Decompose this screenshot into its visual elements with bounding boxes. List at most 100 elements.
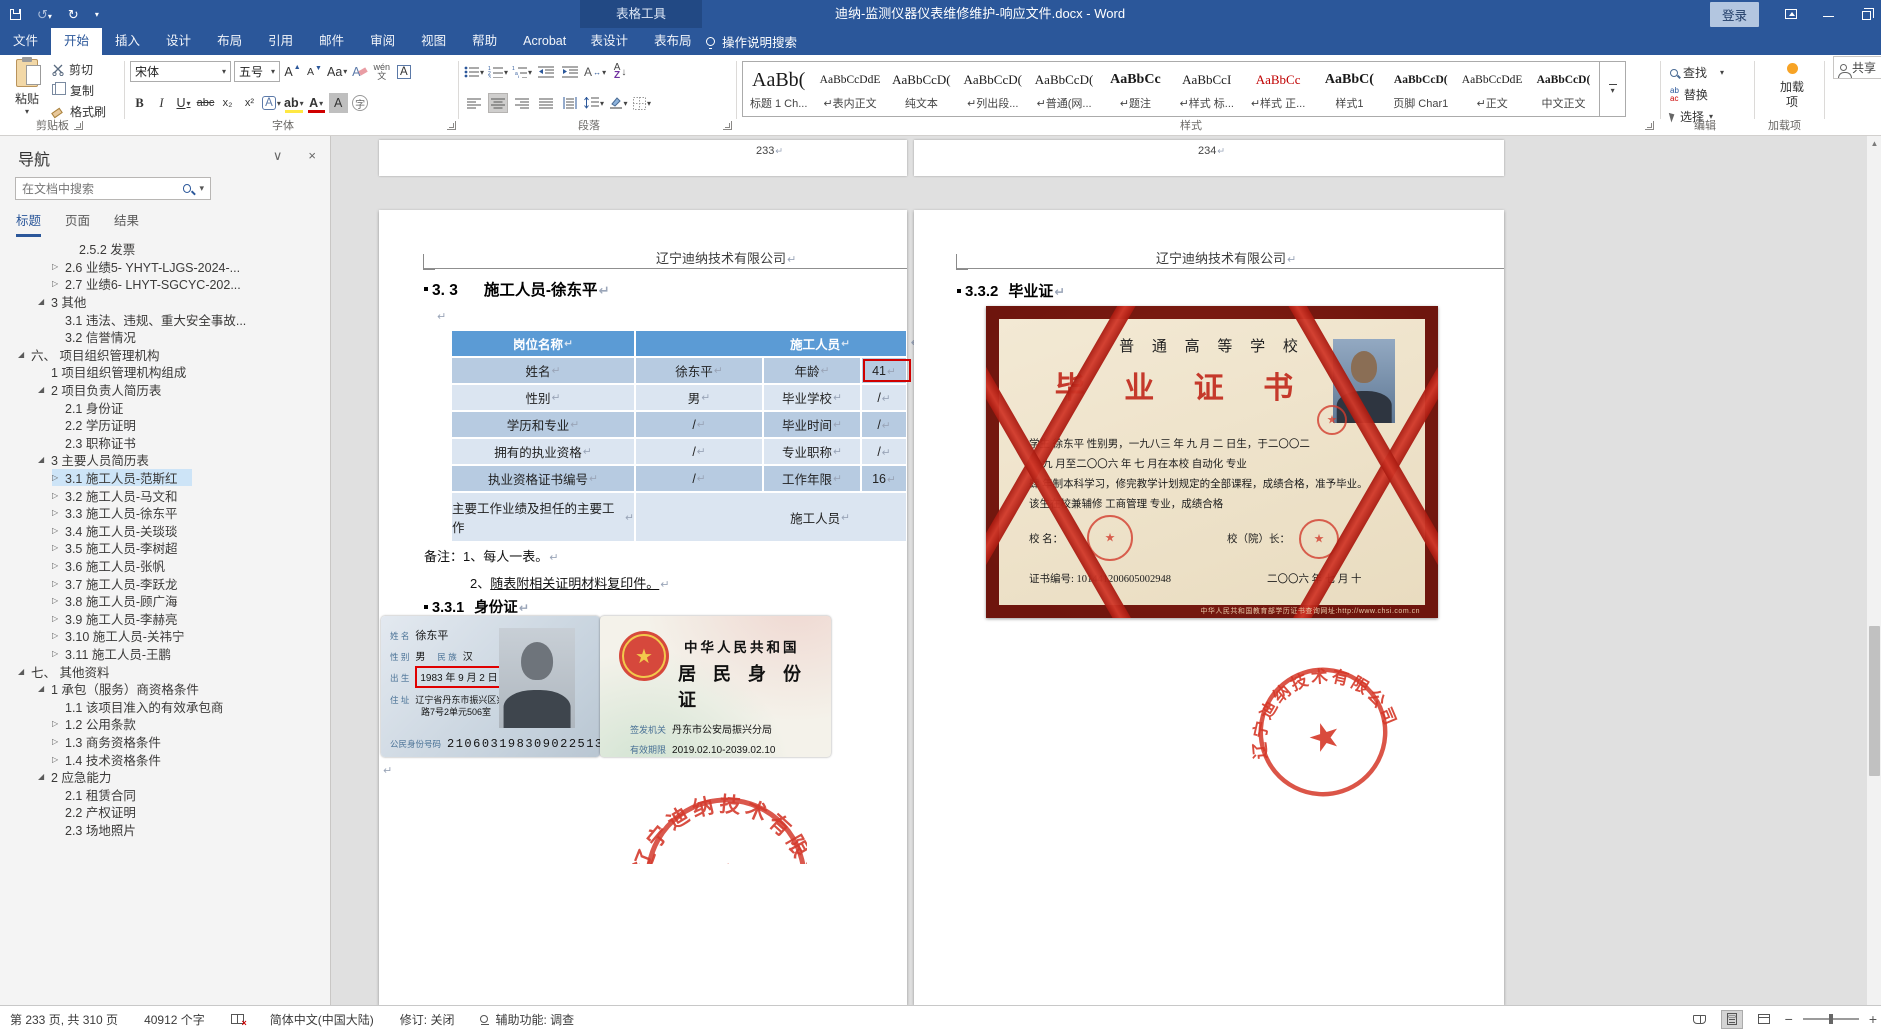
expand-collapse-icon[interactable]: ▷ [52, 279, 65, 288]
nav-pane-options-icon[interactable]: ∨ [273, 148, 283, 164]
signin-button[interactable]: 登录 [1709, 1, 1759, 27]
bullets-button[interactable]: ▾ [464, 62, 484, 82]
style-item[interactable]: AaBbCcDdE ↵表内正文 [814, 62, 885, 116]
nav-heading-item[interactable]: ▷ 3.4 施工人员-关琰琰 [0, 522, 330, 540]
contextual-ribbon-tab[interactable]: 表布局 [641, 28, 705, 55]
web-layout-button[interactable] [1753, 1010, 1775, 1029]
expand-collapse-icon[interactable]: ▷ [52, 631, 65, 640]
table-cell[interactable]: 主要工作业绩及担任的主要工作 [452, 493, 634, 541]
expand-collapse-icon[interactable]: ◢ [18, 667, 31, 676]
ribbon-tab[interactable]: 视图 [408, 28, 459, 55]
expand-collapse-icon[interactable]: ▷ [52, 579, 65, 588]
redo-icon[interactable]: ↻ [68, 8, 79, 21]
table-merged-row[interactable]: 主要工作业绩及担任的主要工作 施工人员 [452, 493, 906, 541]
borders-button[interactable]: ▾ [632, 93, 652, 113]
table-cell[interactable]: 施工人员 [636, 493, 906, 541]
ribbon-tab[interactable]: 邮件 [306, 28, 357, 55]
nav-heading-item[interactable]: ▷ 3.11 施工人员-王鹏 [0, 645, 330, 663]
table-cell[interactable]: / [862, 385, 906, 410]
expand-collapse-icon[interactable]: ▷ [52, 491, 65, 500]
expand-collapse-icon[interactable]: ◢ [38, 297, 51, 306]
undo-icon[interactable]: ↺▾ [37, 8, 52, 21]
zoom-slider-thumb[interactable] [1828, 1014, 1833, 1024]
contextual-ribbon-tab[interactable]: 表设计 [577, 28, 641, 55]
nav-tab[interactable]: 标题 [16, 210, 42, 237]
page-234[interactable]: 辽宁迪纳技术有限公司 3.3.2 毕业证 普 通 高 等 学 校 毕 业 证 书… [914, 210, 1504, 1005]
nav-heading-item[interactable]: ◢ 2 应急能力 [0, 768, 330, 786]
expand-collapse-icon[interactable]: ◢ [38, 385, 51, 394]
expand-collapse-icon[interactable]: ▷ [52, 508, 65, 517]
table-cell[interactable]: 拥有的执业资格 [452, 439, 634, 464]
vertical-scrollbar[interactable]: ▲ [1866, 136, 1881, 1005]
style-item[interactable]: AaBbCcDdE ↵正文 [1456, 62, 1527, 116]
table-cell[interactable]: 学历和专业 [452, 412, 634, 437]
header-cell[interactable]: 施工人员 [636, 331, 906, 356]
document-canvas[interactable]: 233 234 辽宁迪纳技术有限公司 3. 3 施工人员-徐东平 ↵ 岗位名称 … [332, 136, 1881, 1005]
ribbon-tab[interactable]: 审阅 [357, 28, 408, 55]
ribbon-display-options-icon[interactable] [1785, 9, 1797, 19]
nav-heading-item[interactable]: ▷ 2.6 业绩5- YHYT-LJGS-2024-... [0, 258, 330, 276]
multilevel-list-button[interactable]: 1 a i ▾ [512, 62, 532, 82]
expand-collapse-icon[interactable]: ▷ [52, 262, 65, 271]
table-cell[interactable]: 工作年限 [764, 466, 860, 491]
diploma-image[interactable]: 普 通 高 等 学 校 毕 业 证 书 学生 徐东平 性别男，一九八三 年 九 … [986, 306, 1438, 618]
nav-heading-item[interactable]: 1 项目组织管理机构组成 [0, 363, 330, 381]
nav-heading-item[interactable]: ◢ 六、 项目组织管理机构 [0, 346, 330, 364]
zoom-slider[interactable] [1802, 1014, 1859, 1024]
nav-heading-item[interactable]: ▷ 3.8 施工人员-顾广海 [0, 592, 330, 610]
tell-me-search[interactable]: 操作说明搜索 [706, 28, 797, 55]
table-cell[interactable]: 姓名 [452, 358, 634, 383]
nav-heading-item[interactable]: ▷ 3.3 施工人员-徐东平 [0, 504, 330, 522]
expand-collapse-icon[interactable]: ▷ [52, 526, 65, 535]
underline-button[interactable]: U ▾ [174, 93, 193, 113]
strikethrough-button[interactable]: abc [196, 93, 215, 113]
enclose-characters-button[interactable]: 字 [351, 93, 370, 113]
nav-heading-item[interactable]: ▷ 3.10 施工人员-关祎宁 [0, 627, 330, 645]
table-row[interactable]: 性别 男 毕业学校 / [452, 385, 906, 410]
dialog-launcher-icon[interactable] [447, 120, 456, 130]
accessibility-status[interactable]: 辅助功能: 调查 [480, 1011, 574, 1028]
nav-heading-item[interactable]: 1.1 该项目准入的有效承包商 [0, 697, 330, 715]
nav-heading-item[interactable]: ◢ 3 其他 [0, 293, 330, 311]
nav-heading-item[interactable]: 2.1 租赁合同 [0, 785, 330, 803]
style-item[interactable]: AaBbCcD( ↵列出段... [957, 62, 1028, 116]
dialog-launcher-icon[interactable] [1645, 120, 1654, 130]
style-item[interactable]: AaBbC( 样式1 [1314, 62, 1385, 116]
sort-button[interactable]: A Z ↓ [610, 62, 630, 82]
table-cell[interactable]: 性别 [452, 385, 634, 410]
table-cell[interactable]: 毕业时间 [764, 412, 860, 437]
character-shading-button[interactable]: A [328, 93, 348, 113]
nav-tab[interactable]: 页面 [65, 210, 90, 237]
zoom-out-button[interactable]: − [1785, 1012, 1793, 1026]
ribbon-tab[interactable]: 设计 [153, 28, 204, 55]
expand-collapse-icon[interactable]: ▷ [52, 473, 65, 482]
restore-icon[interactable] [1862, 7, 1874, 20]
shading-button[interactable]: ▾ [608, 93, 628, 113]
table-cell[interactable]: 年龄 [764, 358, 860, 383]
ribbon-tab[interactable]: 布局 [204, 28, 255, 55]
nav-heading-item[interactable]: ▷ 1.4 技术资格条件 [0, 750, 330, 768]
font-name-combobox[interactable]: 宋体 ▾ [130, 61, 231, 82]
table-cell[interactable]: / [862, 412, 906, 437]
expand-collapse-icon[interactable]: ◢ [38, 455, 51, 464]
dialog-launcher-icon[interactable] [723, 120, 732, 130]
style-item[interactable]: AaBbCcD( ↵普通(网... [1028, 62, 1099, 116]
expand-collapse-icon[interactable]: ◢ [38, 772, 51, 781]
style-item[interactable]: AaBbCcD( 纯文本 [886, 62, 957, 116]
header-cell[interactable]: 岗位名称 [452, 331, 634, 356]
save-icon[interactable] [10, 8, 21, 20]
asian-layout-button[interactable]: A ↔ ▾ [584, 62, 606, 82]
ribbon-tab[interactable]: 引用 [255, 28, 306, 55]
align-center-button[interactable] [488, 93, 508, 113]
ribbon-tab[interactable]: 插入 [102, 28, 153, 55]
style-item[interactable]: AaBb( 标题 1 Ch... [743, 62, 814, 116]
search-icon[interactable] [183, 184, 192, 193]
distribute-button[interactable] [560, 93, 580, 113]
table-cell[interactable]: 毕业学校 [764, 385, 860, 410]
superscript-button[interactable]: x² [240, 93, 259, 113]
nav-heading-item[interactable]: 2.5.2 发票 [0, 240, 330, 258]
table-cell[interactable]: 执业资格证书编号 [452, 466, 634, 491]
zoom-in-button[interactable]: + [1869, 1012, 1877, 1026]
cut-button[interactable]: 剪切 [52, 61, 106, 78]
increase-indent-button[interactable] [560, 62, 580, 82]
